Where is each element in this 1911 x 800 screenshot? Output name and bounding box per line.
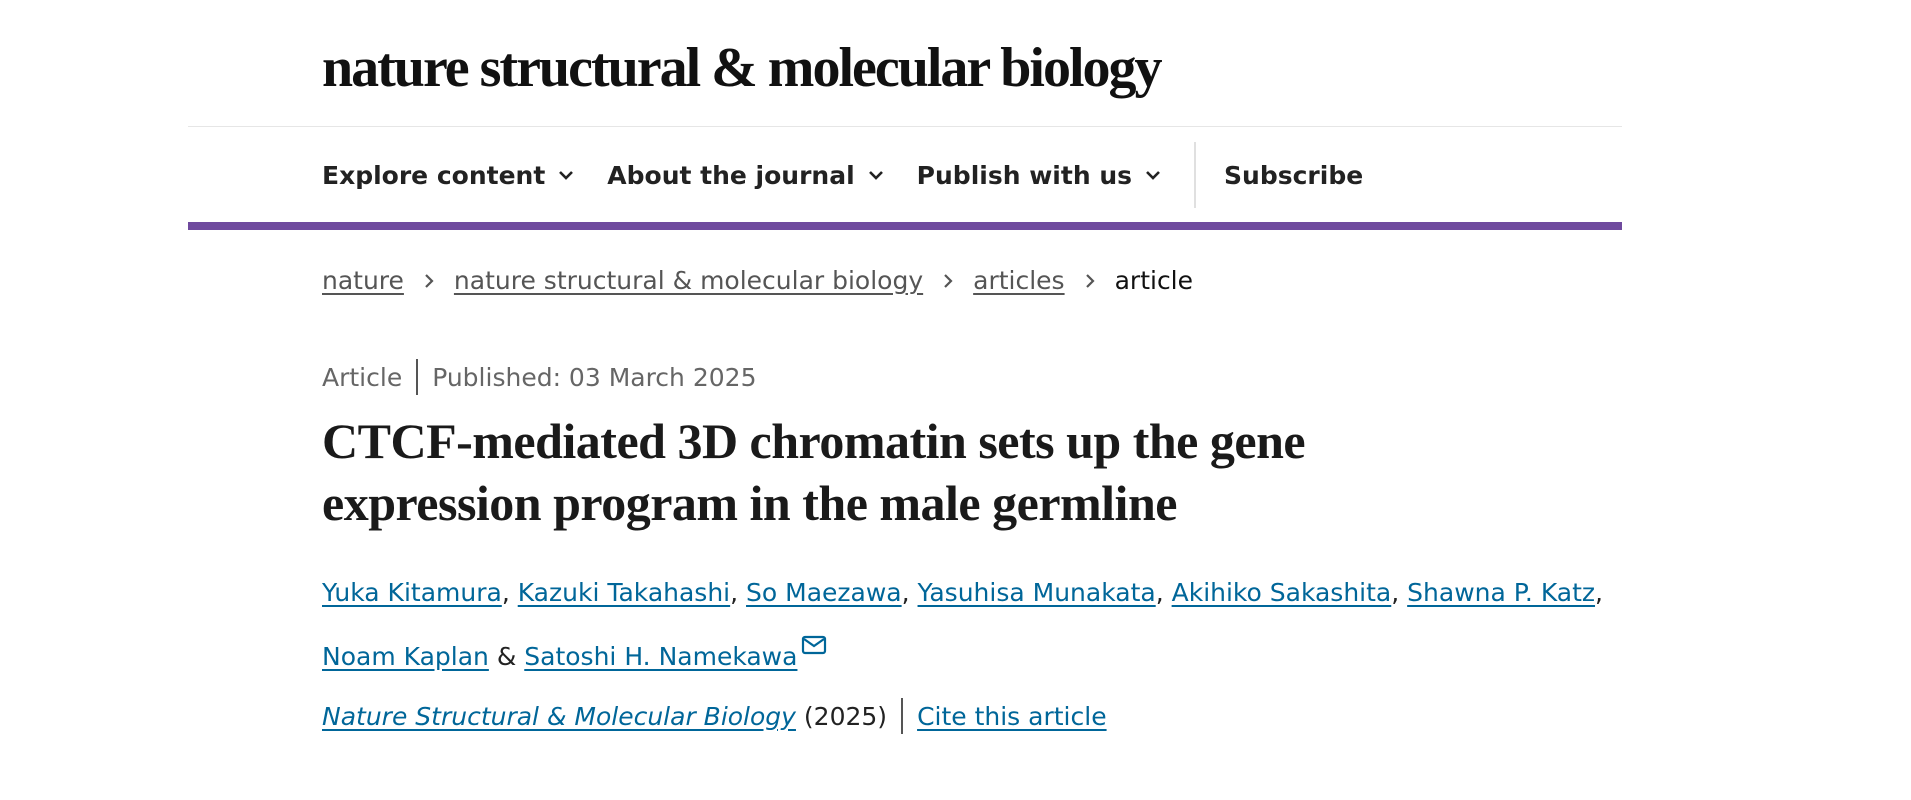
nav-explore-content[interactable]: Explore content: [322, 161, 575, 190]
author-link[interactable]: Akihiko Sakashita: [1172, 578, 1392, 607]
breadcrumb-current: article: [1114, 266, 1194, 295]
nav-publish-with-us[interactable]: Publish with us: [917, 161, 1162, 190]
chevron-down-icon: [867, 166, 885, 184]
citation-line: Nature Structural & Molecular Biology (2…: [322, 698, 1107, 734]
author-separator: ,: [1391, 578, 1408, 607]
main-nav: Explore content About the journal Publis…: [322, 142, 1363, 208]
nav-explore-content-label: Explore content: [322, 160, 546, 190]
journal-masthead[interactable]: nature structural & molecular biology: [322, 40, 1163, 96]
author-link[interactable]: Kazuki Takahashi: [518, 578, 730, 607]
author-link[interactable]: So Maezawa: [746, 578, 902, 607]
article-type: Article: [322, 362, 403, 392]
meta-divider: [416, 359, 419, 395]
citation-divider: [901, 698, 904, 734]
breadcrumb-journal[interactable]: nature structural & molecular biology: [454, 266, 923, 295]
cite-article-link[interactable]: Cite this article: [917, 702, 1107, 731]
nav-divider: [1194, 142, 1197, 208]
article-page: nature structural & molecular biology Ex…: [0, 0, 1911, 800]
chevron-down-icon: [557, 166, 575, 184]
author-link[interactable]: Satoshi H. Namekawa: [524, 642, 797, 671]
author-link[interactable]: Yuka Kitamura: [322, 578, 502, 607]
nav-subscribe-label: Subscribe: [1224, 160, 1364, 190]
breadcrumb-articles[interactable]: articles: [973, 266, 1064, 295]
chevron-right-icon: [422, 271, 436, 291]
author-link[interactable]: Noam Kaplan: [322, 642, 489, 671]
chevron-right-icon: [941, 271, 955, 291]
journal-link[interactable]: Nature Structural & Molecular Biology: [322, 702, 796, 731]
breadcrumb-nature[interactable]: nature: [322, 266, 404, 295]
email-icon[interactable]: [801, 620, 827, 655]
published-date: Published: 03 March 2025: [432, 362, 757, 392]
author-link[interactable]: Shawna P. Katz: [1407, 578, 1595, 607]
author-separator: ,: [501, 578, 518, 607]
nav-about-journal-label: About the journal: [607, 160, 855, 190]
article-meta: Article Published: 03 March 2025: [322, 359, 756, 395]
author-separator: ,: [901, 578, 918, 607]
nav-about-journal[interactable]: About the journal: [607, 161, 884, 190]
author-list: Yuka Kitamura, Kazuki Takahashi, So Maez…: [322, 566, 1622, 684]
header-divider: [188, 126, 1622, 127]
author-separator-amp: &: [488, 642, 525, 671]
breadcrumb: nature nature structural & molecular bio…: [322, 266, 1193, 295]
nav-publish-with-us-label: Publish with us: [916, 160, 1133, 190]
accent-bar: [188, 222, 1622, 230]
author-separator: ,: [1155, 578, 1172, 607]
article-title: CTCF-mediated 3D chromatin sets up the g…: [322, 413, 1306, 531]
publication-year: (2025): [803, 701, 888, 731]
chevron-right-icon: [1083, 271, 1097, 291]
chevron-down-icon: [1144, 166, 1162, 184]
author-separator: ,: [730, 578, 747, 607]
author-link[interactable]: Yasuhisa Munakata: [918, 578, 1156, 607]
nav-subscribe[interactable]: Subscribe: [1224, 161, 1363, 190]
author-separator: ,: [1595, 578, 1603, 607]
